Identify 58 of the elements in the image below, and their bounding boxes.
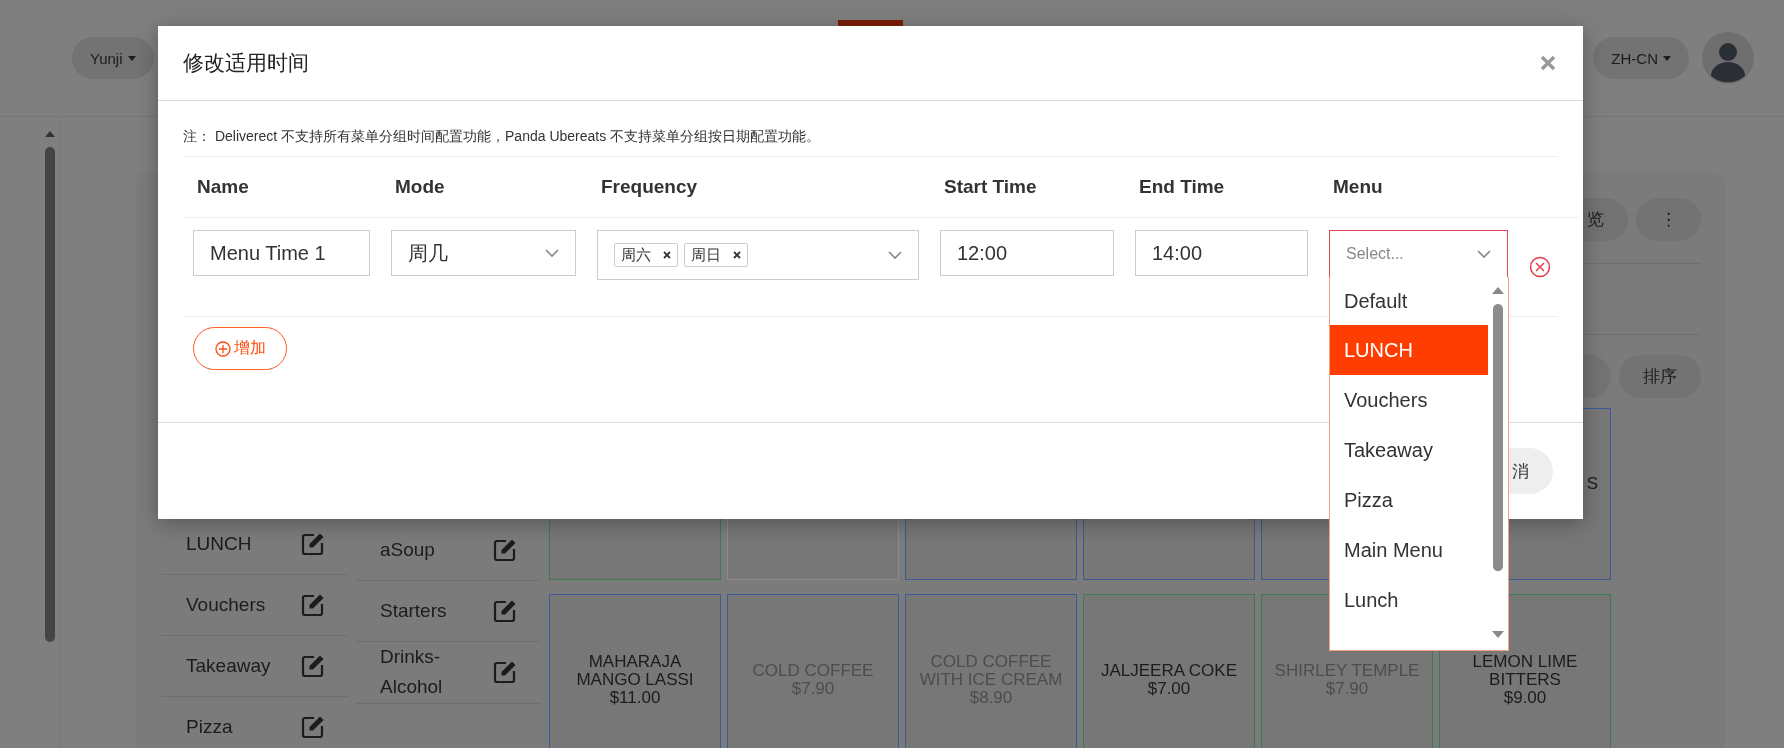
note-text: 注： Deliverect 不支持所有菜单分组时间配置功能，Panda Ubereats 不支持菜单分组按日期配置功能。 [183, 128, 1558, 157]
category-name[interactable]: LUNCH [186, 533, 252, 555]
frequency-tag[interactable]: 周日 [684, 243, 748, 267]
mode-select[interactable]: 周几 [391, 230, 576, 276]
language-dropdown[interactable]: ZH-CN [1593, 37, 1689, 79]
edit-icon[interactable] [301, 715, 325, 739]
edit-icon[interactable] [301, 532, 325, 556]
column-header: Name [183, 157, 381, 218]
add-button[interactable]: 增加 [193, 327, 287, 370]
end-time-input[interactable]: 14:00 [1135, 230, 1308, 276]
remove-icon[interactable] [1529, 256, 1551, 278]
edit-icon[interactable] [301, 654, 325, 678]
close-icon[interactable] [733, 251, 741, 259]
chevron-down-icon [888, 250, 902, 260]
group-name[interactable]: aSoup [380, 534, 460, 566]
product-name: S [1586, 475, 1598, 493]
menu-option[interactable]: Takeaway [1330, 425, 1488, 475]
group-name[interactable]: Starters [380, 595, 460, 627]
edit-icon[interactable] [301, 593, 325, 617]
menu-option[interactable]: LUNCH [1330, 325, 1488, 375]
category-name[interactable]: Takeaway [186, 655, 271, 677]
plus-circle-icon [214, 340, 231, 357]
column-header: Mode [381, 157, 587, 218]
product-name: LEMON LIME BITTERS [1471, 653, 1579, 689]
menu-option[interactable]: Main Menu [1330, 525, 1488, 575]
category-name[interactable]: Pizza [186, 716, 233, 738]
product-tile[interactable]: MAHARAJA MANGO LASSI $11.00 [549, 594, 721, 748]
modal-title: 修改适用时间 [183, 50, 309, 76]
chevron-down-icon [545, 248, 559, 258]
name-input[interactable]: Menu Time 1 [193, 230, 370, 276]
product-price: $11.00 [609, 688, 661, 707]
product-name: MAHARAJA MANGO LASSI [575, 653, 695, 689]
account-dropdown[interactable]: Yunji [72, 37, 154, 79]
toolbar-button[interactable]: ⋮ [1636, 198, 1701, 241]
edit-icon[interactable] [493, 660, 517, 685]
menu-option[interactable]: Vouchers [1330, 375, 1488, 425]
product-price: $7.00 [1147, 680, 1191, 698]
frequency-tag[interactable]: 周六 [614, 243, 678, 267]
category-name[interactable]: Vouchers [186, 594, 266, 616]
column-header: Start Time [930, 157, 1125, 218]
product-price: $9.00 [1503, 688, 1547, 707]
frequency-select[interactable]: 周六 周日 [597, 230, 919, 280]
menu-option[interactable]: Default [1330, 277, 1488, 325]
chevron-down-icon [1477, 249, 1491, 259]
product-name: JALJEERA COKE [1100, 662, 1238, 680]
menu-option[interactable]: Pizza [1330, 475, 1488, 525]
column-header: Frequency [587, 157, 930, 218]
avatar-icon[interactable] [1702, 32, 1754, 84]
action-button[interactable]: 排序 [1619, 355, 1701, 398]
menu-select[interactable]: Select... [1329, 230, 1508, 277]
edit-icon[interactable] [493, 599, 517, 623]
close-icon[interactable] [663, 251, 671, 259]
start-time-input[interactable]: 12:00 [940, 230, 1114, 276]
product-tile[interactable]: JALJEERA COKE $7.00 [1083, 594, 1255, 748]
column-header: Menu [1319, 157, 1519, 218]
group-name[interactable]: Drinks-Alcohol [380, 642, 460, 703]
column-header: End Time [1125, 157, 1319, 218]
edit-icon[interactable] [493, 538, 517, 562]
